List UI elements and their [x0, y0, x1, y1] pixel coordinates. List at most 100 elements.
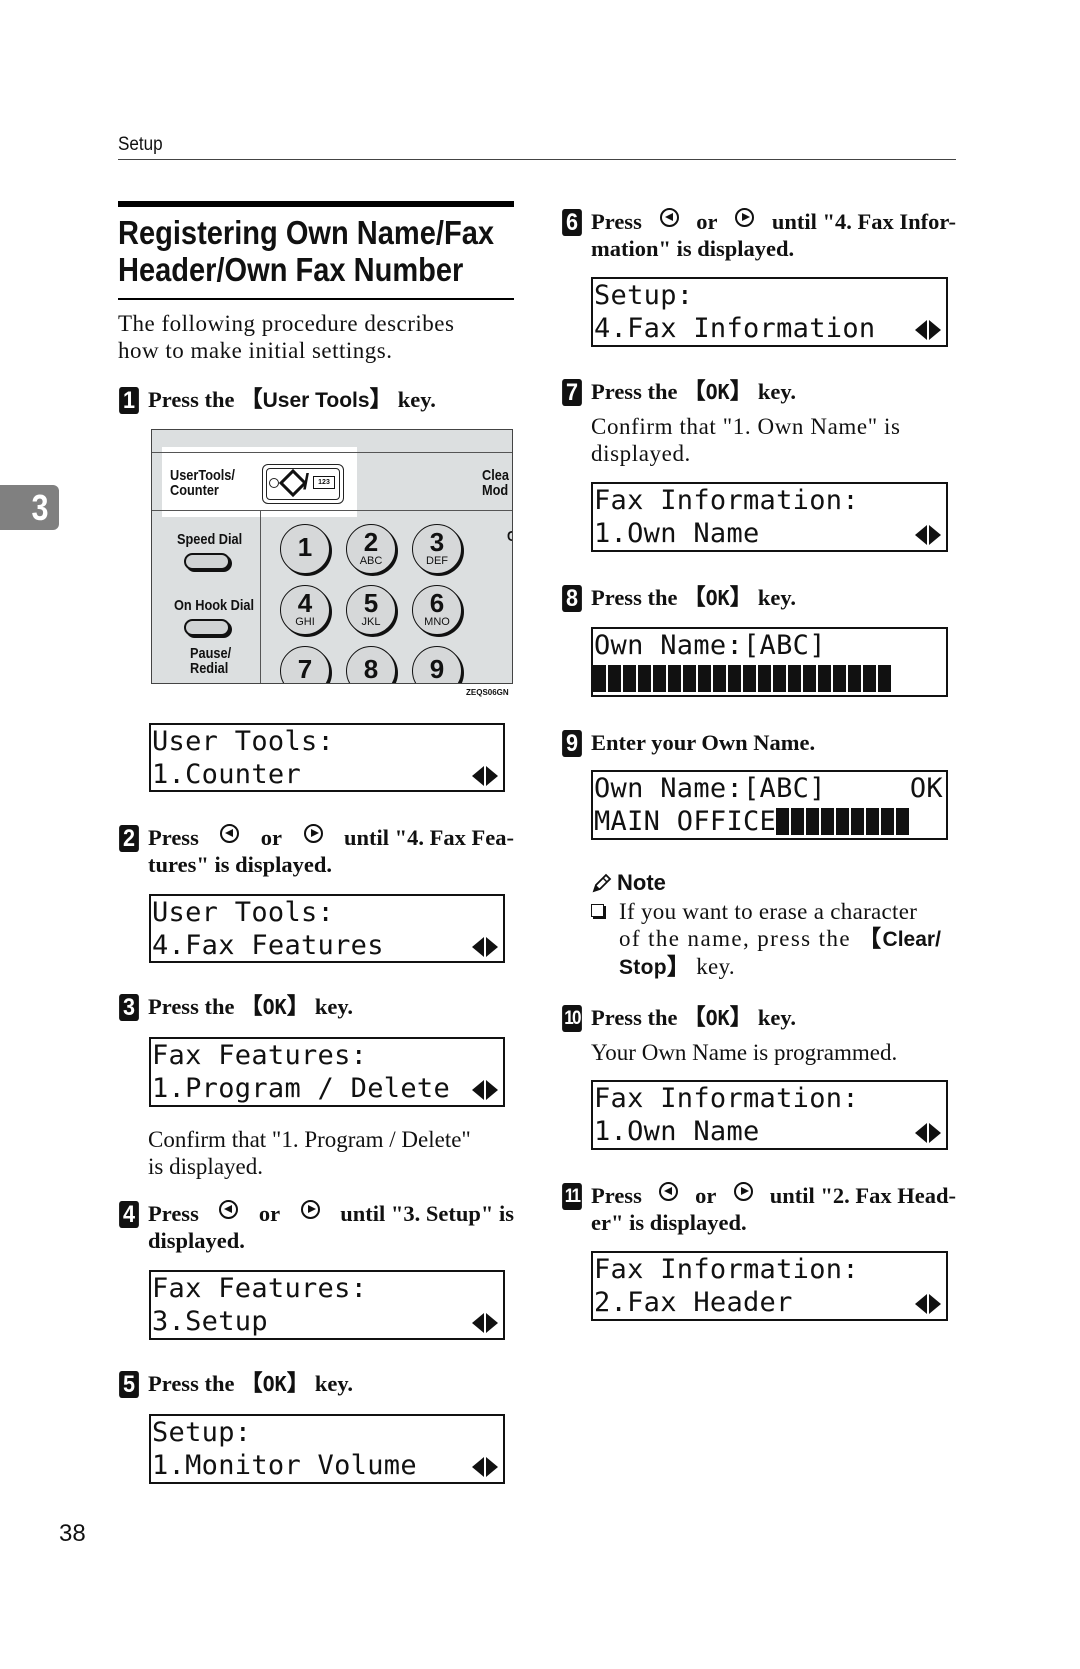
step-line-1: Press or until "4. Fax Fea- — [148, 824, 514, 851]
keypad-key-7[interactable]: 7 — [280, 646, 330, 683]
keypad-key-5[interactable]: 5 JKL — [346, 585, 396, 635]
lcd-display-3: Fax Features: 1.Program / Delete — [149, 1037, 505, 1107]
page-number: 38 — [59, 1520, 86, 1547]
key-bracket-open: 【 — [683, 585, 706, 611]
intro-line-2: how to make initial settings. — [118, 338, 393, 363]
lcd-line-1: Setup: — [594, 280, 694, 311]
slash-glyph: / — [303, 469, 310, 494]
figure-code: ZEQS06GN — [466, 688, 509, 697]
keypad-key-8[interactable]: 8 — [346, 646, 396, 684]
step-line-1: Press or until "4. Fax Infor- — [591, 208, 956, 235]
left-right-arrows-icon — [471, 1313, 499, 1333]
lcd-line-2: 2.Fax Header — [594, 1286, 946, 1319]
confirm-line-2: displayed. — [591, 441, 691, 466]
intro-line-1: The following procedure describes — [118, 311, 455, 336]
keypad-key-2[interactable]: 2 ABC — [346, 524, 396, 574]
note-text: of the name, press the — [619, 926, 859, 951]
step-text: key. — [752, 1005, 796, 1030]
right-arrow-key-icon — [735, 208, 755, 227]
on-hook-dial-key[interactable] — [184, 619, 230, 636]
step-line-2: er" is displayed. — [591, 1210, 747, 1235]
step-number: 10 — [562, 1005, 582, 1032]
cursor-block — [863, 665, 876, 692]
lcd-ok-label: OK — [909, 773, 943, 804]
lcd-display-6: Setup: 4.Fax Information — [591, 277, 948, 347]
left-arrow-key-icon — [658, 1182, 678, 1201]
step-number: 1 — [119, 387, 139, 414]
cursor-block — [791, 808, 805, 835]
confirm-line-1: Confirm that "1. Own Name" is — [591, 414, 901, 439]
lcd-line-2: 4.Fax Features — [152, 929, 503, 961]
lcd-text: 2.Fax Header — [594, 1287, 793, 1318]
key-bracket-close: 】 — [369, 387, 393, 413]
speed-dial-key[interactable] — [184, 553, 230, 570]
step-7-confirmation: Confirm that "1. Own Name" is displayed. — [591, 413, 956, 467]
step-7: 7 Press the 【OK】 key. — [562, 378, 796, 406]
panel-divider — [152, 452, 512, 453]
key-bracket-close: 】 — [286, 1371, 310, 1397]
left-right-arrows-icon — [914, 1123, 942, 1143]
cursor-block — [833, 665, 846, 692]
lcd-line-1: Setup: — [152, 1417, 252, 1448]
lcd-text: 1.Own Name — [594, 1116, 760, 1147]
lcd-line-2: 1.Own Name — [594, 517, 946, 550]
cursor-block — [668, 665, 681, 692]
lcd-display-8: Own Name:[ABC] — [591, 627, 948, 697]
ok-key-label: OK — [705, 586, 730, 610]
step-line-2: tures" is displayed. — [148, 852, 332, 877]
step-number: 2 — [119, 825, 139, 852]
lcd-display-2: User Tools: 4.Fax Features — [149, 894, 505, 963]
cursor-block — [836, 808, 850, 835]
lcd-display-11: Fax Information: 2.Fax Header — [591, 1251, 948, 1321]
section-title-line-1: Registering Own Name/Fax — [118, 214, 495, 251]
keypad-key-4[interactable]: 4 GHI — [280, 585, 330, 635]
step-line-2: displayed. — [148, 1228, 245, 1253]
keypad-key-9[interactable]: 9 — [412, 646, 462, 683]
lcd-line-1: Fax Information: — [594, 1254, 859, 1285]
key-bracket-open: 【 — [240, 994, 263, 1020]
cursor-block — [638, 665, 651, 692]
step-text: Press the — [591, 379, 684, 404]
note-line-1: If you want to erase a character — [619, 899, 918, 924]
note-header: Note — [591, 870, 956, 896]
key-bracket-close: 】 — [286, 994, 310, 1020]
key-bracket-open: 【 — [683, 1005, 706, 1031]
step-text: until "4. Fax Infor- — [771, 209, 956, 234]
lcd-display-7: Fax Information: 1.Own Name — [591, 482, 948, 552]
checkbox-bullet-icon — [591, 904, 604, 917]
left-arrow-key-icon — [659, 208, 679, 227]
step-line-1: Press or until "2. Fax Head- — [591, 1182, 956, 1209]
keypad-key-3[interactable]: 3 DEF — [412, 524, 462, 574]
step-number: 5 — [119, 1371, 139, 1398]
keypad-key-6[interactable]: 6 MNO — [412, 585, 462, 635]
key-digit: 1 — [297, 532, 313, 562]
step-text: Press — [148, 1201, 199, 1226]
cursor-block — [866, 808, 880, 835]
cursor-block — [806, 808, 820, 835]
ok-key-label: OK — [705, 380, 730, 404]
key-letters: DEF — [426, 555, 448, 567]
step-5: 5 Press the 【OK】 key. — [119, 1370, 353, 1398]
cursor-block — [623, 665, 636, 692]
step-text: or — [696, 209, 718, 234]
step-number: 8 — [562, 585, 582, 612]
confirm-line-1: Confirm that "1. Program / Delete" — [148, 1127, 471, 1152]
step-text: Press — [591, 209, 642, 234]
clear-stop-key-label: Stop — [619, 956, 667, 979]
user-tools-key-label: User Tools — [262, 389, 370, 412]
right-arrow-key-icon — [300, 1200, 320, 1219]
right-arrow-key-icon — [733, 1182, 753, 1201]
lcd-line-1: Fax Features: — [152, 1273, 368, 1304]
lcd-line-1: Own Name:[ABC] OK — [594, 772, 946, 805]
step-text: Press the — [148, 994, 241, 1019]
lcd-text: 1.Own Name — [594, 518, 760, 549]
step-9: 9 Enter your Own Name. — [562, 729, 815, 757]
key-bracket-open: 【 — [683, 379, 706, 405]
left-arrow-key-icon — [219, 1200, 239, 1219]
cursor-block — [683, 665, 696, 692]
keypad-key-1[interactable]: 1 — [280, 524, 330, 574]
user-tools-counter-key[interactable]: / 123 — [262, 464, 344, 504]
lcd-display-10: Fax Information: 1.Own Name — [591, 1080, 948, 1150]
step-3-confirmation: Confirm that "1. Program / Delete" is di… — [148, 1126, 471, 1180]
key-digit: 8 — [363, 654, 379, 684]
